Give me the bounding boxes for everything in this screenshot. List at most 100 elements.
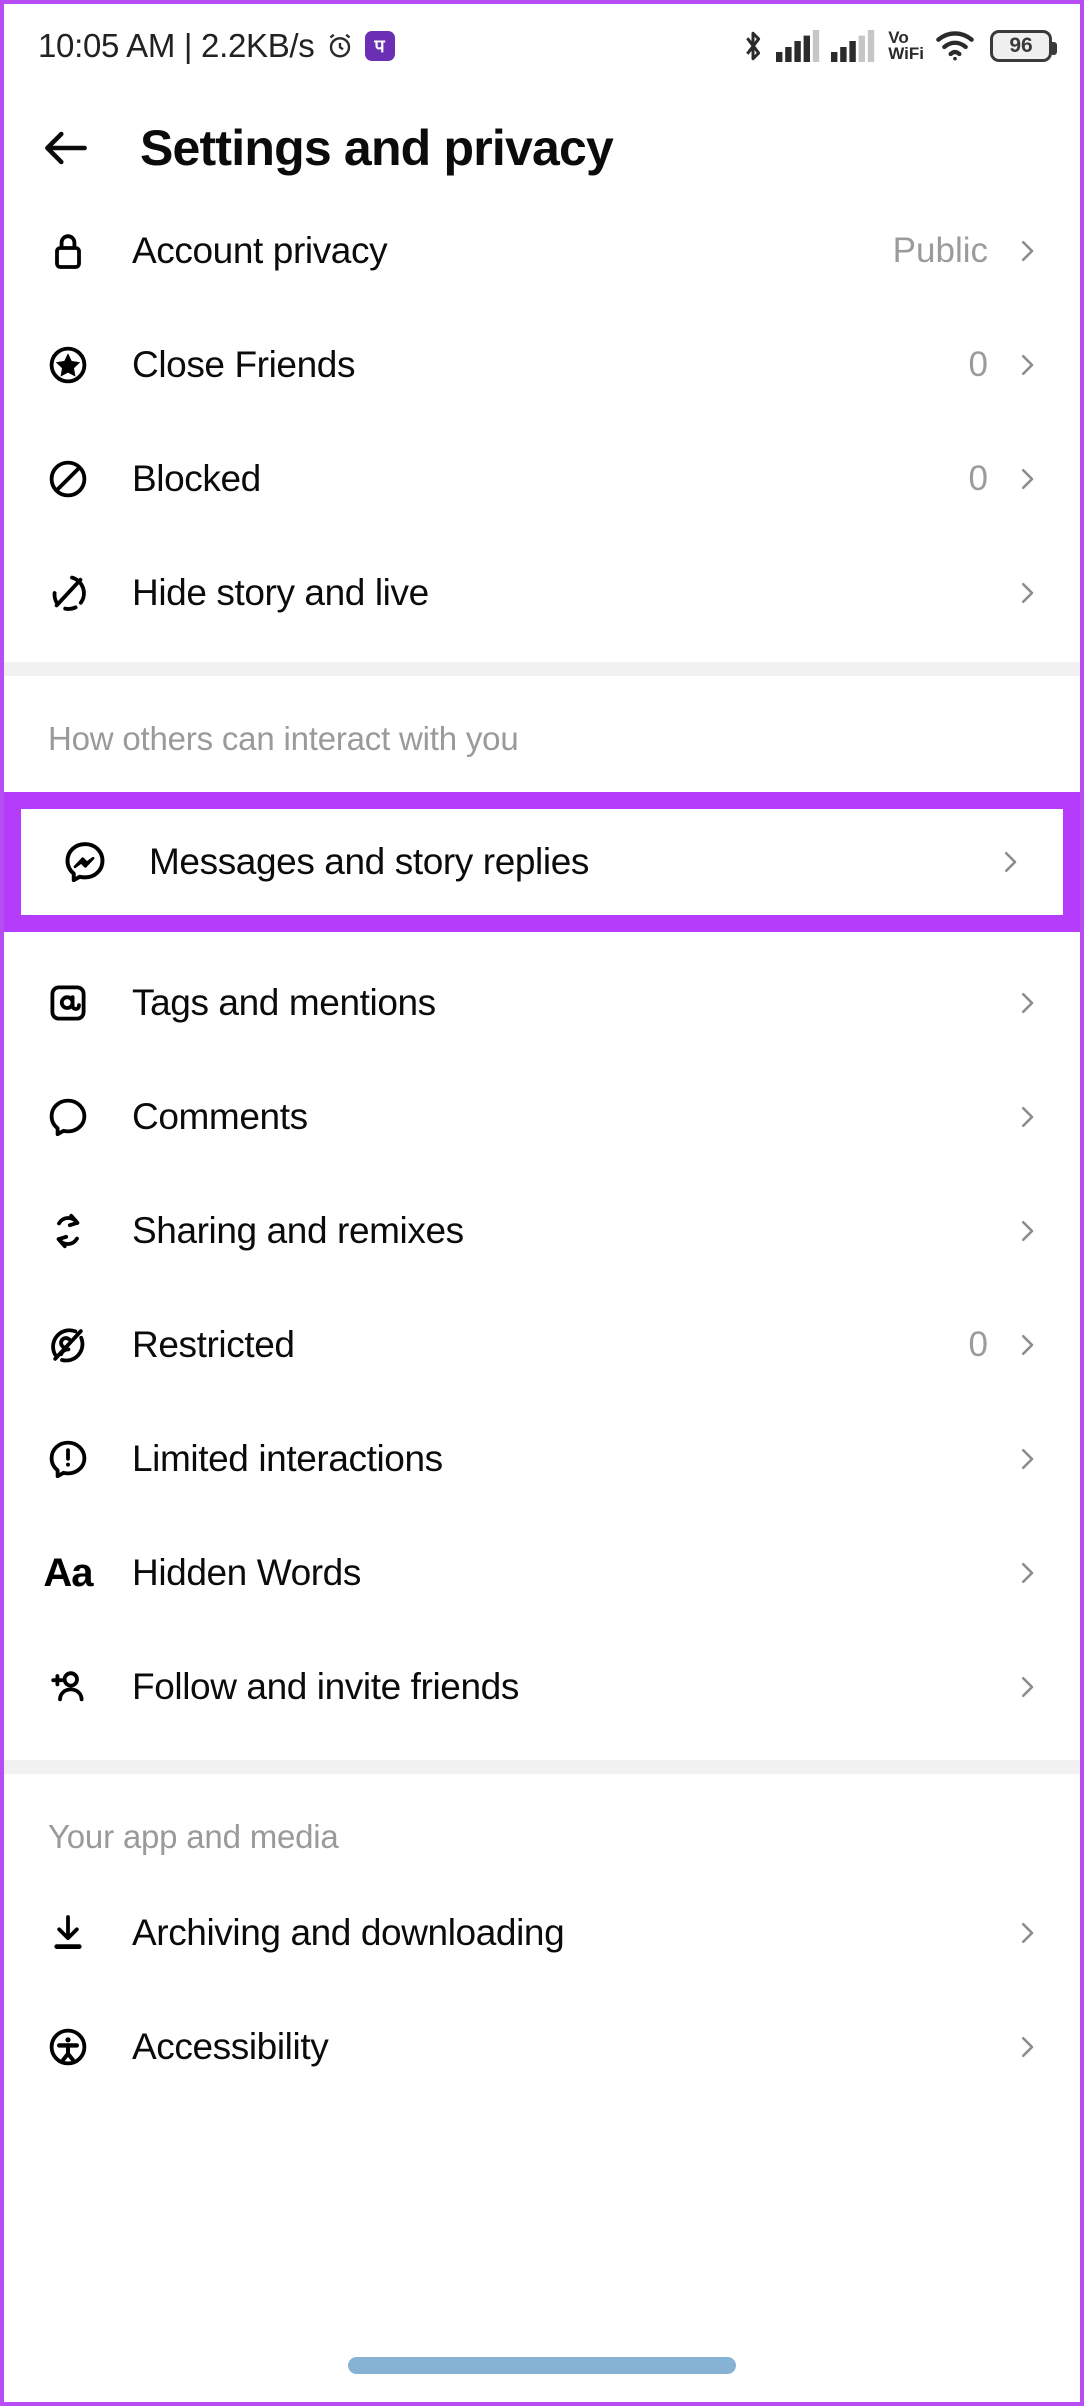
list-item-comments[interactable]: Comments xyxy=(4,1074,1080,1160)
cellular-signal-icon xyxy=(831,30,875,62)
accessibility-icon xyxy=(38,2017,98,2077)
highlight-annotation: Messages and story replies xyxy=(4,792,1080,932)
list-item-limited-interactions[interactable]: Limited interactions xyxy=(4,1416,1080,1502)
list-item-messages-and-story-replies[interactable]: Messages and story replies xyxy=(21,809,1063,915)
alarm-clock-icon xyxy=(329,33,350,58)
hidden-words-icon: Aa xyxy=(43,1550,93,1595)
status-bar-right: Vo WiFi 96 xyxy=(741,29,1057,63)
row-spacer xyxy=(4,1046,1080,1074)
back-arrow-icon[interactable] xyxy=(38,120,94,176)
app-badge-glyph: प xyxy=(374,36,385,56)
cellular-signal-icon xyxy=(776,30,820,62)
chevron-right-icon xyxy=(1021,992,1034,1014)
bluetooth-icon xyxy=(746,31,761,61)
row-spacer xyxy=(4,1274,1080,1302)
row-spacer xyxy=(4,932,1080,960)
at-sign-icon xyxy=(38,973,98,1033)
row-spacer xyxy=(4,1616,1080,1644)
section-interactions: How others can interact with you Message… xyxy=(4,676,1080,1760)
row-spacer xyxy=(4,1388,1080,1416)
list-item-label: Limited interactions xyxy=(132,1438,443,1479)
blocked-icon xyxy=(38,449,98,509)
list-item-label: Restricted xyxy=(132,1324,295,1365)
add-person-icon xyxy=(38,1657,98,1717)
row-spacer xyxy=(4,294,1080,322)
battery-level: 96 xyxy=(1009,34,1033,57)
download-icon xyxy=(38,1903,98,1963)
comment-icon xyxy=(38,1087,98,1147)
phone-screen: 10:05 AM | 2.2KB/s प Vo WiFi 96 Settings… xyxy=(0,0,1084,2406)
list-item-label: Hidden Words xyxy=(132,1552,361,1593)
row-spacer xyxy=(4,522,1080,550)
list-item-value: 0 xyxy=(968,1325,988,1364)
list-item-close-friends[interactable]: Close Friends 0 xyxy=(4,322,1080,408)
list-item-hide-story-and-live[interactable]: Hide story and live xyxy=(4,550,1080,636)
status-bar: 10:05 AM | 2.2KB/s प Vo WiFi 96 xyxy=(4,4,1080,88)
home-indicator[interactable] xyxy=(348,2357,736,2374)
list-item-tags-and-mentions[interactable]: Tags and mentions xyxy=(4,960,1080,1046)
limited-icon xyxy=(38,1429,98,1489)
remix-icon xyxy=(38,1201,98,1261)
chevron-right-icon xyxy=(1021,1106,1034,1128)
section-header-interactions: How others can interact with you xyxy=(48,720,519,757)
list-item-value: 0 xyxy=(968,459,988,498)
list-item-hidden-words[interactable]: Aa Hidden Words xyxy=(4,1530,1080,1616)
list-item-label: Accessibility xyxy=(132,2026,329,2067)
messenger-icon xyxy=(55,832,115,892)
chevron-right-icon xyxy=(1021,1562,1034,1584)
row-spacer xyxy=(4,1160,1080,1188)
chevron-right-icon xyxy=(1021,468,1034,490)
section-header-app-and-media: Your app and media xyxy=(48,1818,339,1855)
list-item-label: Follow and invite friends xyxy=(132,1666,519,1707)
chevron-right-icon xyxy=(1021,2036,1034,2058)
hide-story-icon xyxy=(38,563,98,623)
row-spacer xyxy=(4,636,1080,662)
list-item-label: Archiving and downloading xyxy=(132,1912,565,1953)
star-circle-icon xyxy=(38,335,98,395)
row-spacer xyxy=(4,408,1080,436)
status-clock: 10:05 AM | 2.2KB/s xyxy=(38,27,315,64)
chevron-right-icon xyxy=(1004,851,1017,873)
chevron-right-icon xyxy=(1021,354,1034,376)
row-spacer xyxy=(4,1976,1080,2004)
app-header: Settings and privacy xyxy=(4,88,1080,208)
list-item-label: Comments xyxy=(132,1096,308,1137)
status-bar-left: 10:05 AM | 2.2KB/s प xyxy=(38,27,395,65)
app-badge-icon: प xyxy=(364,31,395,61)
list-item-follow-and-invite-friends[interactable]: Follow and invite friends xyxy=(4,1644,1080,1730)
row-spacer xyxy=(4,1502,1080,1530)
chevron-right-icon xyxy=(1021,1448,1034,1470)
chevron-right-icon xyxy=(1021,1676,1034,1698)
battery-icon: 96 xyxy=(990,30,1057,62)
row-spacer xyxy=(4,1730,1080,1760)
list-item-restricted[interactable]: Restricted 0 xyxy=(4,1302,1080,1388)
chevron-right-icon xyxy=(1021,1334,1034,1356)
section-divider xyxy=(4,662,1080,676)
list-item-label: Tags and mentions xyxy=(132,982,436,1023)
volte-wifi-indicator: Vo WiFi xyxy=(888,30,924,63)
list-item-accessibility[interactable]: Accessibility xyxy=(4,2004,1080,2090)
section-account: Account privacy Public Close Friends 0 B… xyxy=(4,208,1080,662)
list-item-label: Hide story and live xyxy=(132,572,429,613)
list-item-label: Messages and story replies xyxy=(149,841,589,882)
list-item-sharing-and-remixes[interactable]: Sharing and remixes xyxy=(4,1188,1080,1274)
wifi-icon xyxy=(936,31,974,61)
list-item-archiving-and-downloading[interactable]: Archiving and downloading xyxy=(4,1890,1080,1976)
page-title: Settings and privacy xyxy=(140,120,614,176)
chevron-right-icon xyxy=(1021,1922,1034,1944)
list-item-label: Account privacy xyxy=(132,230,388,271)
chevron-right-icon xyxy=(1021,582,1034,604)
restricted-icon xyxy=(38,1315,98,1375)
list-item-account-privacy[interactable]: Account privacy Public xyxy=(4,208,1080,294)
section-divider xyxy=(4,1760,1080,1774)
chevron-right-icon xyxy=(1021,1220,1034,1242)
lock-icon xyxy=(38,221,98,281)
list-item-label: Sharing and remixes xyxy=(132,1210,464,1251)
section-app-and-media: Your app and media Archiving and downloa… xyxy=(4,1774,1080,2090)
list-item-label: Blocked xyxy=(132,458,261,499)
chevron-right-icon xyxy=(1021,240,1034,262)
list-item-value: 0 xyxy=(968,345,988,384)
volte-line-2: WiFi xyxy=(888,44,924,63)
list-item-label: Close Friends xyxy=(132,344,356,385)
list-item-blocked[interactable]: Blocked 0 xyxy=(4,436,1080,522)
